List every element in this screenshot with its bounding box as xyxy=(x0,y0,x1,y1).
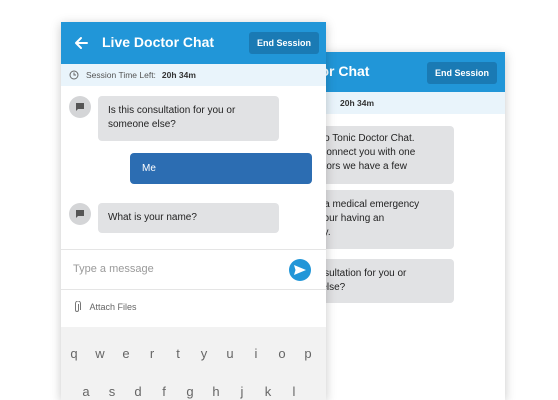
key[interactable]: h xyxy=(206,384,226,399)
key[interactable]: k xyxy=(258,384,278,399)
message-line: ncy. xyxy=(313,226,454,240)
app-bar: Live Doctor Chat End Session xyxy=(61,22,326,64)
key[interactable]: u xyxy=(220,346,240,361)
attach-files-button[interactable]: Attach Files xyxy=(73,300,137,314)
key[interactable]: g xyxy=(180,384,200,399)
message-line: octors we have a few xyxy=(313,161,407,172)
key[interactable]: a xyxy=(76,384,96,399)
key[interactable]: j xyxy=(232,384,252,399)
message-line: f your having an xyxy=(313,213,385,224)
chat-icon xyxy=(76,210,84,218)
divider xyxy=(61,249,326,250)
message-line: What is your name? xyxy=(108,212,197,223)
key[interactable]: y xyxy=(194,346,214,361)
key[interactable]: t xyxy=(168,346,188,361)
message-line: onsultation for you or xyxy=(313,268,407,279)
back-arrow-icon[interactable] xyxy=(74,36,88,50)
keyboard: q w e r t y u i o p a s d f g h j k l xyxy=(61,327,326,400)
message-line: e to Tonic Doctor Chat. xyxy=(313,133,415,144)
message-line: e else? xyxy=(313,282,346,293)
doctor-avatar xyxy=(69,96,91,118)
doctor-message: Is this consultation for you or someone … xyxy=(98,96,279,141)
session-time-bar: Session Time Left: 20h 34m xyxy=(61,64,326,86)
message-input[interactable]: Type a message xyxy=(73,263,154,275)
key[interactable]: l xyxy=(284,384,304,399)
key[interactable]: q xyxy=(64,346,84,361)
key[interactable]: o xyxy=(272,346,292,361)
divider xyxy=(61,289,326,290)
key[interactable]: p xyxy=(298,346,318,361)
message-line: someone else? xyxy=(108,119,176,130)
session-time-value: 20h 34m xyxy=(340,98,375,108)
key[interactable]: e xyxy=(116,346,136,361)
chat-screen: Live Doctor Chat End Session Session Tim… xyxy=(61,22,326,400)
chat-icon xyxy=(76,103,84,111)
key[interactable]: r xyxy=(142,346,162,361)
session-time-label: Session Time Left: xyxy=(86,70,156,80)
end-session-button[interactable]: End Session xyxy=(427,62,498,84)
attach-files-label: Attach Files xyxy=(89,301,137,312)
doctor-avatar xyxy=(69,203,91,225)
key[interactable]: s xyxy=(102,384,122,399)
message-line: ot a medical emergency xyxy=(313,199,420,210)
send-icon xyxy=(294,265,306,275)
session-time-value: 20h 34m xyxy=(161,70,196,80)
send-button[interactable] xyxy=(289,259,311,281)
clock-icon xyxy=(69,70,79,80)
key[interactable]: w xyxy=(90,346,110,361)
key[interactable]: d xyxy=(128,384,148,399)
key[interactable]: f xyxy=(154,384,174,399)
paperclip-icon xyxy=(75,300,81,312)
message-line: e connect you with one xyxy=(313,147,416,158)
key[interactable]: i xyxy=(246,346,266,361)
message-line: Me xyxy=(142,163,156,174)
message-line: Is this consultation for you or xyxy=(108,105,236,116)
screen-title: Live Doctor Chat xyxy=(102,34,215,50)
doctor-message: What is your name? xyxy=(98,203,279,233)
user-message: Me xyxy=(130,153,312,184)
end-session-button[interactable]: End Session xyxy=(249,32,320,54)
